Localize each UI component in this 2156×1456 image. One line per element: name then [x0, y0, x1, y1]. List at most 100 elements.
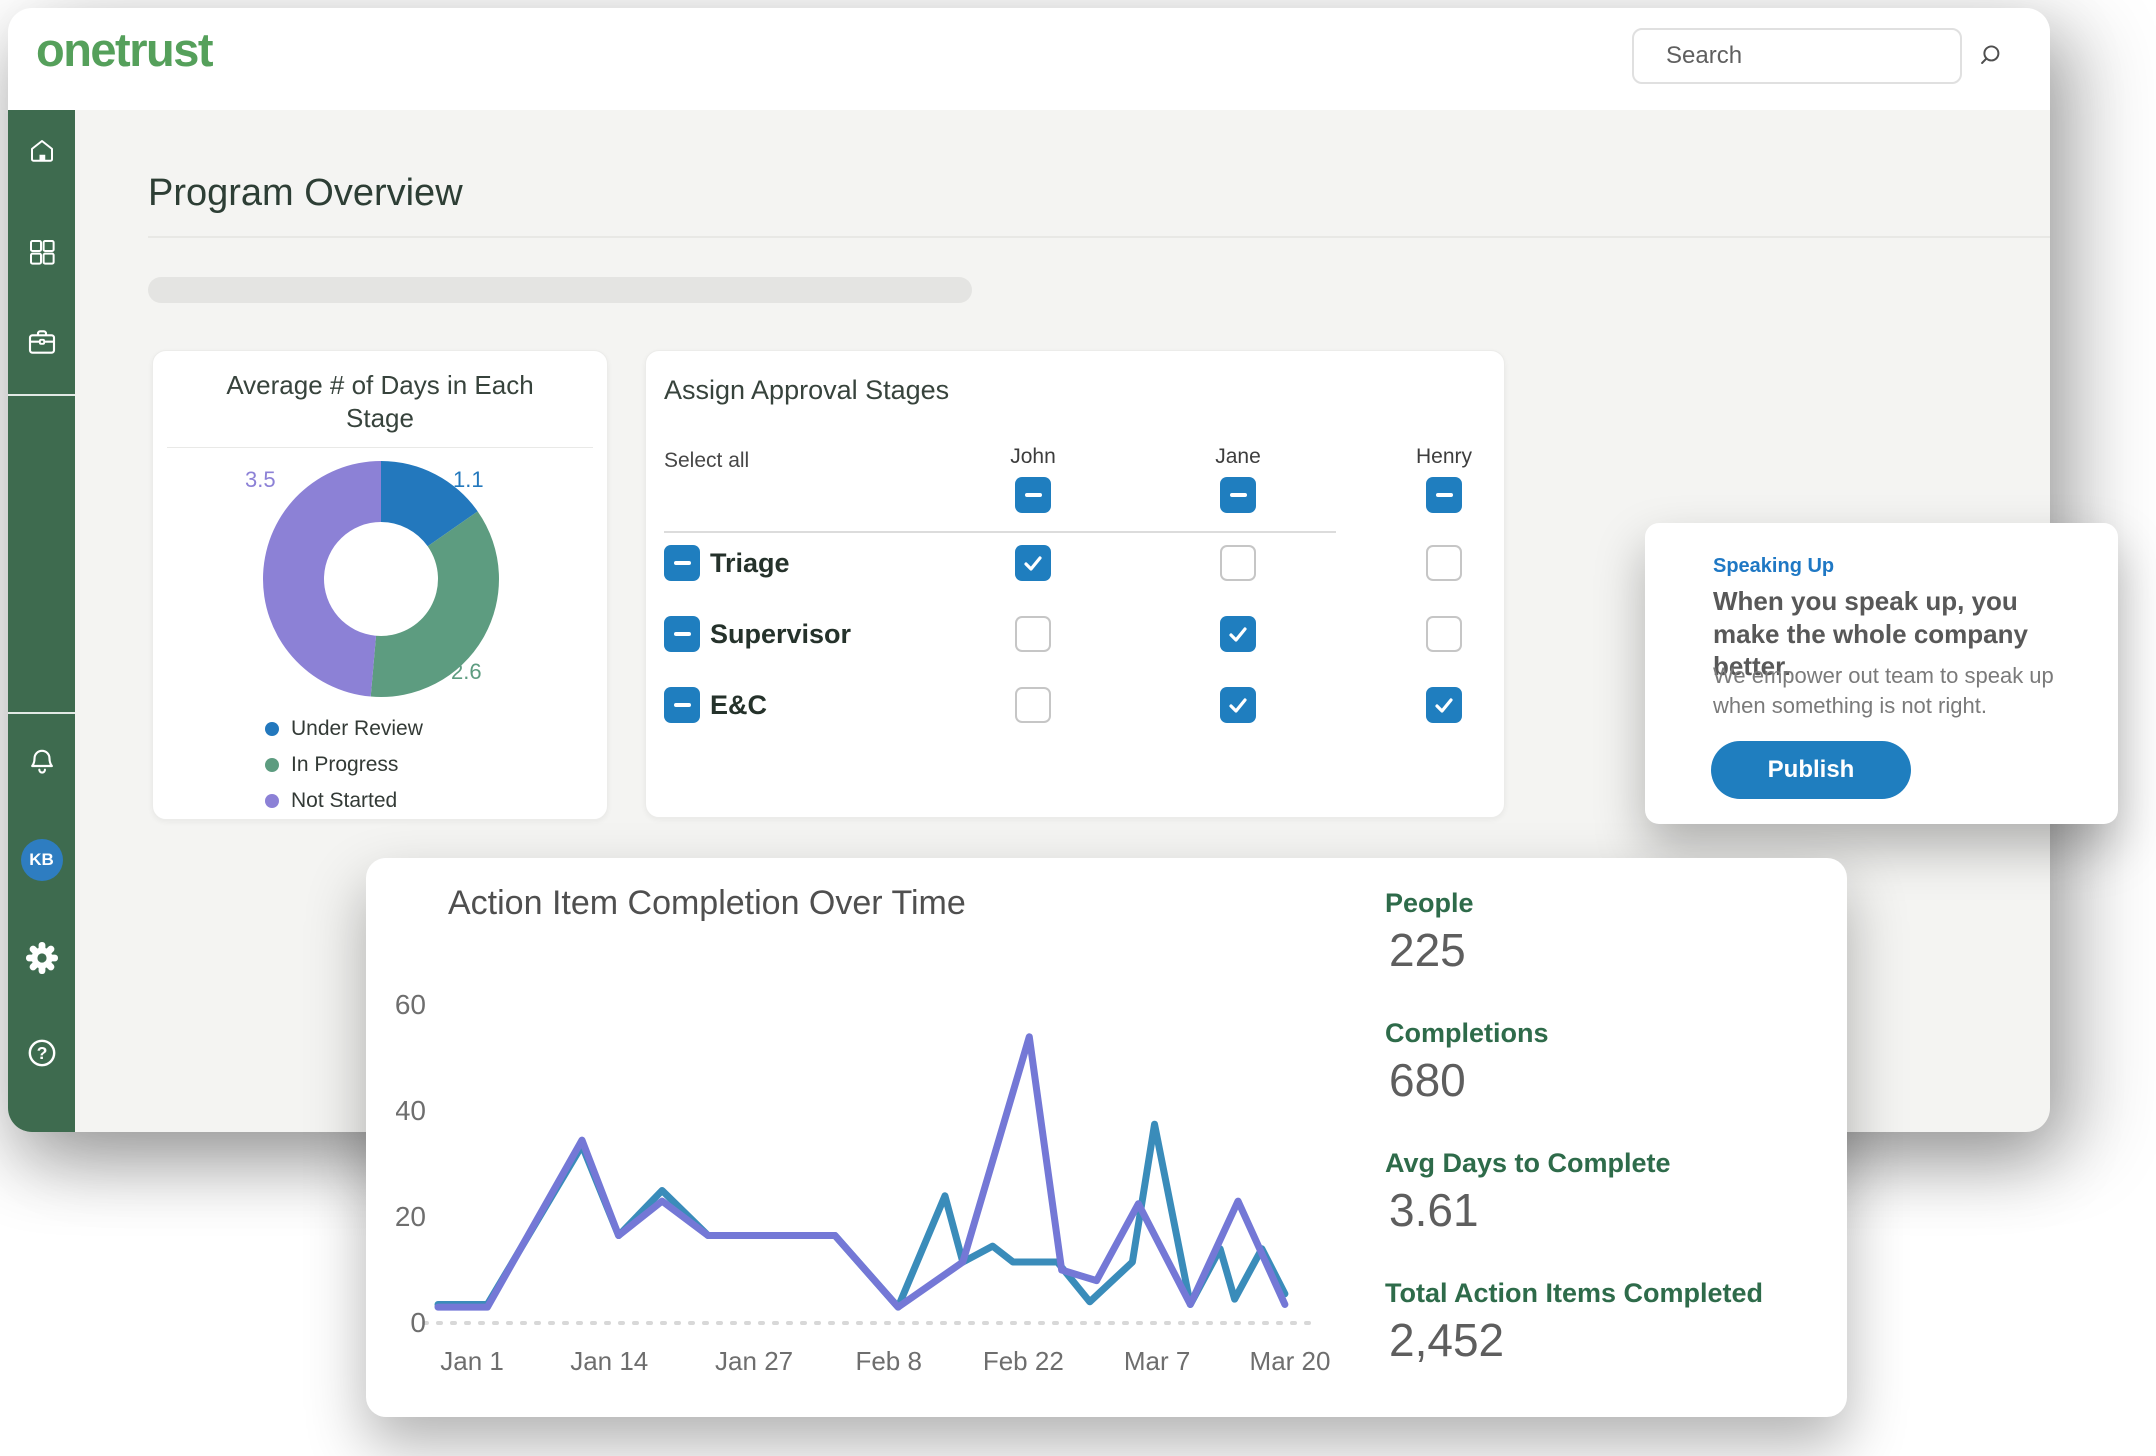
- home-icon: [27, 136, 57, 166]
- checkbox-ec-henry[interactable]: [1426, 687, 1462, 723]
- speaking-body: We empower out team to speak up when som…: [1713, 661, 2073, 722]
- checkbox-triage-john[interactable]: [1015, 545, 1051, 581]
- top-header: onetrust: [8, 8, 2050, 110]
- card-action-item-completion: Action Item Completion Over Time 0204060…: [366, 858, 1847, 1417]
- y-axis-tick: 20: [396, 1201, 426, 1232]
- card-stage-days: Average # of Days in Each Stage 1.1 2.6 …: [152, 350, 608, 820]
- divider: [664, 531, 1336, 533]
- search-box[interactable]: [1632, 28, 1962, 84]
- stat-label: Completions: [1385, 1018, 1549, 1049]
- legend-dot: [265, 794, 279, 808]
- indeterminate-dash-icon: [1025, 493, 1042, 498]
- checkbox-triage-henry[interactable]: [1426, 545, 1462, 581]
- sidebar-user-avatar[interactable]: KB: [8, 839, 75, 881]
- row-label: Supervisor: [710, 619, 851, 650]
- column-header-jane: Jane: [1158, 445, 1318, 469]
- publish-button[interactable]: Publish: [1711, 741, 1911, 799]
- indeterminate-dash-icon: [674, 561, 691, 566]
- select-all-checkbox-henry[interactable]: [1426, 477, 1462, 513]
- x-axis-tick: Jan 14: [570, 1346, 648, 1376]
- row-checkbox-triage[interactable]: [664, 545, 700, 581]
- apps-grid-icon: [27, 237, 57, 267]
- check-icon: [1226, 622, 1250, 646]
- legend-label: Under Review: [291, 717, 423, 741]
- card-assign-approval: Assign Approval Stages Select all John Ja…: [645, 350, 1505, 818]
- select-all-label: Select all: [664, 449, 749, 473]
- stat-label: Avg Days to Complete: [1385, 1148, 1671, 1179]
- bell-icon: [26, 746, 58, 778]
- sidebar-item-home[interactable]: [8, 136, 75, 166]
- legend-item: Under Review: [265, 711, 423, 747]
- avatar: KB: [21, 839, 63, 881]
- legend-label: Not Started: [291, 789, 397, 813]
- donut-segment-not-started: [263, 461, 381, 697]
- legend-item: In Progress: [265, 747, 423, 783]
- y-axis-tick: 0: [410, 1307, 426, 1338]
- checkbox-supervisor-jane[interactable]: [1220, 616, 1256, 652]
- svg-text:?: ?: [36, 1043, 47, 1063]
- row-checkbox-ec[interactable]: [664, 687, 700, 723]
- checkbox-ec-john[interactable]: [1015, 687, 1051, 723]
- stat-label: Total Action Items Completed: [1385, 1278, 1763, 1309]
- donut-value-not-started: 3.5: [245, 467, 276, 493]
- indeterminate-dash-icon: [674, 632, 691, 637]
- stat-value: 3.61: [1389, 1183, 1671, 1237]
- sidebar: KB ?: [8, 110, 75, 1132]
- legend-dot: [265, 722, 279, 736]
- checkbox-triage-jane[interactable]: [1220, 545, 1256, 581]
- row-checkbox-supervisor[interactable]: [664, 616, 700, 652]
- divider: [148, 236, 2050, 238]
- legend-label: In Progress: [291, 753, 398, 777]
- stat-completions: Completions 680: [1385, 1018, 1549, 1107]
- y-axis-tick: 60: [396, 989, 426, 1020]
- line-teal-series: [438, 1124, 1285, 1307]
- x-axis-tick: Mar 7: [1124, 1346, 1190, 1376]
- legend-item: Not Started: [265, 783, 423, 819]
- card-speaking-up: Speaking Up When you speak up, you make …: [1645, 523, 2118, 824]
- stat-value: 2,452: [1389, 1313, 1763, 1367]
- line-purple-series: [438, 1037, 1285, 1307]
- stat-value: 680: [1389, 1053, 1549, 1107]
- check-icon: [1432, 693, 1456, 717]
- gear-icon: [24, 940, 60, 976]
- checkbox-supervisor-john[interactable]: [1015, 616, 1051, 652]
- chart-title: Average # of Days in Each Stage: [205, 369, 555, 436]
- column-header-henry: Henry: [1364, 445, 1524, 469]
- line-chart: 0204060Jan 1Jan 14Jan 27Feb 8Feb 22Mar 7…: [396, 948, 1386, 1388]
- sidebar-item-settings[interactable]: [8, 940, 75, 976]
- sidebar-item-apps[interactable]: [8, 237, 75, 267]
- column-header-john: John: [953, 445, 1113, 469]
- indeterminate-dash-icon: [674, 703, 691, 708]
- search-input[interactable]: [1634, 30, 1976, 82]
- sidebar-item-help[interactable]: ?: [8, 1036, 75, 1070]
- sidebar-divider: [8, 394, 75, 396]
- chart-title: Action Item Completion Over Time: [448, 884, 966, 923]
- row-label: Triage: [710, 548, 790, 579]
- sidebar-divider: [8, 712, 75, 714]
- checkbox-ec-jane[interactable]: [1220, 687, 1256, 723]
- row-label: E&C: [710, 690, 767, 721]
- search-icon[interactable]: [1976, 42, 2004, 70]
- x-axis-tick: Feb 22: [983, 1346, 1064, 1376]
- card-title: Assign Approval Stages: [664, 375, 949, 406]
- sidebar-item-notifications[interactable]: [8, 746, 75, 778]
- legend-dot: [265, 758, 279, 772]
- stat-label: People: [1385, 888, 1474, 919]
- briefcase-icon: [26, 326, 58, 358]
- select-all-checkbox-jane[interactable]: [1220, 477, 1256, 513]
- stat-value: 225: [1389, 923, 1474, 977]
- skeleton-loading-bar: [148, 277, 972, 303]
- page-title: Program Overview: [148, 172, 463, 215]
- help-icon: ?: [25, 1036, 59, 1070]
- sidebar-item-workspace[interactable]: [8, 326, 75, 358]
- avatar-initials: KB: [29, 850, 54, 870]
- check-icon: [1226, 693, 1250, 717]
- brand-logo: onetrust: [36, 22, 212, 77]
- x-axis-tick: Jan 1: [440, 1346, 504, 1376]
- select-all-checkbox-john[interactable]: [1015, 477, 1051, 513]
- donut-value-under-review: 1.1: [453, 467, 484, 493]
- x-axis-tick: Feb 8: [855, 1346, 922, 1376]
- checkbox-supervisor-henry[interactable]: [1426, 616, 1462, 652]
- x-axis-tick: Jan 27: [715, 1346, 793, 1376]
- stat-total-action-items-completed: Total Action Items Completed 2,452: [1385, 1278, 1763, 1367]
